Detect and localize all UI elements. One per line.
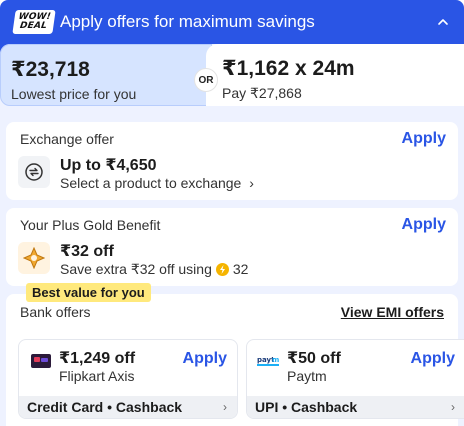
bank-apply-button[interactable]: Apply [411,350,455,368]
best-value-badge: Best value for you [26,283,151,302]
exchange-offer-amount: Up to ₹4,650 [60,157,157,174]
badge-line2: DEAL [19,21,48,31]
bank-offer-footer: UPI • Cashback › [247,396,464,418]
plus-gold-icon [18,242,50,274]
plus-subtitle-text: Save extra ₹32 off using [60,261,212,277]
bank-name: Flipkart Axis [59,368,135,384]
bank-offer-type: Credit Card • Cashback [27,399,183,415]
chevron-right-icon: › [451,400,455,414]
or-badge: OR [194,68,218,92]
bank-offer-paytm[interactable]: payt m ₹50 off Paytm Apply UPI • Cashbac… [246,339,464,419]
lowest-price-label: Lowest price for you [11,86,137,102]
exchange-offer-card[interactable]: Exchange offer Apply Up to ₹4,650 Select… [6,122,458,200]
bank-offer-footer: Credit Card • Cashback › [19,396,237,418]
bank-offer-type: UPI • Cashback [255,399,358,415]
emi-price-value: ₹1,162 x 24m [222,57,355,80]
exchange-subtitle-text: Select a product to exchange [60,175,242,191]
offers-body: ₹23,718 Lowest price for you ₹1,162 x 24… [0,44,464,426]
plus-gold-card[interactable]: Your Plus Gold Benefit Apply ₹32 off Sav… [6,208,458,286]
plus-apply-button[interactable]: Apply [402,216,446,234]
emi-total-label: Pay ₹27,868 [222,85,302,101]
bank-offer-amount: ₹50 off [287,350,341,367]
exchange-offer-title: Exchange offer [20,131,114,147]
bank-offers-title: Bank offers [20,304,91,320]
chevron-right-icon: › [223,400,227,414]
paytm-icon: payt m [257,354,279,368]
offers-panel: WOW! DEAL Apply offers for maximum savin… [0,0,464,426]
bank-apply-button[interactable]: Apply [183,350,227,368]
plus-gold-title: Your Plus Gold Benefit [20,217,161,233]
emi-price-box: ₹1,162 x 24m Pay ₹27,868 [206,44,464,106]
bank-offer-amount: ₹1,249 off [59,350,136,367]
supercoin-icon [215,263,229,276]
axis-card-icon [31,354,51,368]
chevron-up-icon[interactable] [436,15,450,29]
exchange-icon [18,156,50,188]
bank-offer-flipkart-axis[interactable]: ₹1,249 off Flipkart Axis Apply Credit Ca… [18,339,238,419]
price-strip: ₹23,718 Lowest price for you ₹1,162 x 24… [0,44,464,106]
plus-offer-amount: ₹32 off [60,243,114,260]
view-emi-offers-link[interactable]: View EMI offers [341,304,444,320]
plus-offer-subtitle: Save extra ₹32 off using 32 [60,261,248,278]
offers-header[interactable]: WOW! DEAL Apply offers for maximum savin… [0,0,464,44]
bank-name: Paytm [287,368,327,384]
chevron-right-icon: › [249,175,254,191]
supercoin-count: 32 [232,261,249,277]
header-title: Apply offers for maximum savings [60,12,315,31]
lowest-price-box: ₹23,718 Lowest price for you [0,44,212,106]
exchange-apply-button[interactable]: Apply [402,130,446,148]
wow-deal-badge: WOW! DEAL [12,10,56,34]
exchange-offer-subtitle[interactable]: Select a product to exchange › [60,175,254,191]
svg-text:m: m [272,356,279,364]
lowest-price-value: ₹23,718 [11,58,90,81]
